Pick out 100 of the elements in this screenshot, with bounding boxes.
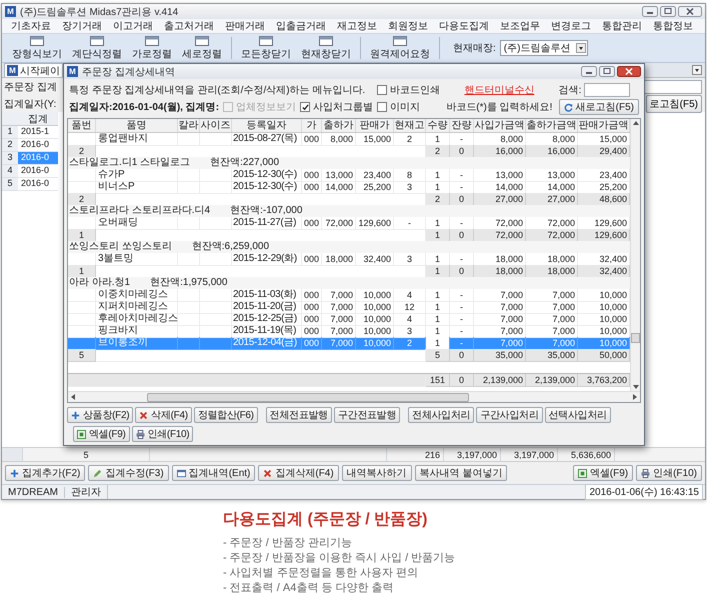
button[interactable]: 정렬합산(F6) xyxy=(194,407,258,423)
table-row[interactable]: 브이롱조끼 2015-12-04(금) 000 7,000 10,000 2 1 - 7,000 7,000 10,000 xyxy=(68,337,630,349)
input-field[interactable] xyxy=(644,80,702,94)
minimize-icon[interactable] xyxy=(581,66,597,77)
button[interactable]: 선택사입처리 xyxy=(544,407,611,423)
button[interactable]: 집계수정(F3) xyxy=(88,465,169,481)
table-cell: 72,000 xyxy=(526,229,578,242)
summary-text: 집계일자:2016-01-04(월), 집계명: xyxy=(69,101,220,114)
close-icon[interactable] xyxy=(678,6,702,17)
close-icon[interactable] xyxy=(617,66,641,77)
menu-item[interactable]: 변경로그 xyxy=(550,19,592,33)
form-label: 주문장 집계 xyxy=(4,80,57,94)
checkbox[interactable] xyxy=(377,102,388,112)
toolbar-button[interactable]: 장형식보기 xyxy=(8,34,66,62)
button[interactable]: 전체전표발행 xyxy=(266,407,332,423)
table-cell[interactable]: 2016-0 xyxy=(18,178,58,191)
button[interactable]: 엑셀(F9) xyxy=(572,465,634,481)
menu-item[interactable]: 출고처거래 xyxy=(163,19,215,33)
plus-icon xyxy=(10,468,19,478)
scrollbar-thumb[interactable] xyxy=(147,392,469,402)
plus-icon xyxy=(71,410,80,420)
button[interactable]: 상품창(F2) xyxy=(67,407,134,423)
column-header: 출하가 xyxy=(322,119,356,132)
menu-item[interactable]: 다용도집계 xyxy=(438,19,490,33)
printer-icon xyxy=(136,430,145,438)
menu-item[interactable]: 회원정보 xyxy=(387,19,429,33)
table-cell: 0 xyxy=(450,265,474,278)
group-name: 스토리프라다 스토리프라다.디4 xyxy=(69,205,210,217)
button[interactable]: 인쇄(F10) xyxy=(636,465,702,481)
caret-icon[interactable] xyxy=(692,65,702,75)
datetime-text: 2016-01-06(수) 16:43:15 xyxy=(585,484,703,500)
menu-item[interactable]: 이고거래 xyxy=(112,19,154,33)
row-number: 2 xyxy=(2,139,18,152)
button[interactable]: 새로고침(F5) xyxy=(558,99,639,115)
table-cell[interactable]: 2016-0 xyxy=(18,165,58,178)
checkbox[interactable] xyxy=(300,102,310,112)
table-cell: 3,763,200 xyxy=(578,374,630,387)
table-row[interactable]: 핑크바지 2015-11-19(목) 000 7,000 10,000 3 1 - 7,000 7,000 10,000 xyxy=(68,325,630,337)
table-row[interactable]: 후레아치마레깅스 2015-12-25(금) 000 7,000 10,000 4 1 - 7,000 7,000 10,000 xyxy=(68,313,630,325)
x-mark-icon xyxy=(139,410,148,420)
menu-item[interactable]: 장기거래 xyxy=(61,19,103,33)
scroll-up-icon[interactable] xyxy=(632,119,640,127)
maximize-icon[interactable] xyxy=(599,66,615,77)
minimize-icon[interactable] xyxy=(642,6,658,17)
button[interactable]: 삭제(F4) xyxy=(135,407,192,423)
button[interactable]: 복사내역 붙여넣기 xyxy=(414,465,508,481)
button[interactable]: 집계내역(Ent) xyxy=(172,465,256,481)
scroll-right-icon[interactable] xyxy=(631,393,639,401)
toolbar-button[interactable]: 세로정렬 xyxy=(178,34,226,62)
checkbox-label: 이미지 xyxy=(390,101,420,114)
table-row[interactable]: 슈가P 2015-12-30(수) 000 13,000 23,400 8 1 - 13,000 13,000 23,400 xyxy=(68,169,630,181)
table-cell: 72,000 xyxy=(474,229,526,242)
toolbar-button[interactable]: 계단식정렬 xyxy=(68,34,126,62)
search-field[interactable] xyxy=(584,83,630,97)
table-cell[interactable]: 2015-1 xyxy=(18,126,58,139)
toolbar-button[interactable]: 모든창닫기 xyxy=(237,34,295,62)
scrollbar-thumb[interactable] xyxy=(631,333,640,343)
table-row[interactable]: 지퍼치마레깅스 2015-11-20(금) 000 7,000 10,000 12 1 - 7,000 7,000 10,000 xyxy=(68,301,630,313)
button[interactable]: 전체사입처리 xyxy=(408,407,474,423)
button[interactable]: 인쇄(F10) xyxy=(132,426,194,442)
table-cell: 29,400 xyxy=(578,145,630,158)
menu-item[interactable]: 판매거래 xyxy=(224,19,266,33)
checkbox[interactable] xyxy=(377,85,388,95)
menu-item[interactable]: 기초자료 xyxy=(10,19,52,33)
button[interactable]: 구간사입처리 xyxy=(476,407,543,423)
feature-text: - 사입처별 주문정렬을 통한 사용자 편의 xyxy=(223,566,419,581)
vertical-scrollbar[interactable] xyxy=(630,119,640,391)
button[interactable]: 집계삭제(F4) xyxy=(258,465,339,481)
store-dropdown[interactable]: (주)드림솔루션 xyxy=(500,40,588,56)
scroll-left-icon[interactable] xyxy=(69,393,77,401)
caret-icon xyxy=(576,43,586,53)
tab[interactable]: M 시작페이 xyxy=(4,63,63,77)
menu-item[interactable]: 보조업무 xyxy=(499,19,541,33)
toolbar-button[interactable]: 원격제어요청 xyxy=(366,34,434,62)
button[interactable]: 엑셀(F9) xyxy=(73,426,130,442)
link[interactable]: 핸드터미널수신 xyxy=(464,83,534,97)
table-cell: 0 xyxy=(450,349,474,362)
column-header: 판매가 xyxy=(356,119,394,132)
menu-item[interactable]: 통합정보 xyxy=(652,19,694,33)
button[interactable]: 구간전표발행 xyxy=(334,407,400,423)
horizontal-scrollbar[interactable] xyxy=(68,391,640,402)
menu-item[interactable]: 재고정보 xyxy=(336,19,378,33)
table-cell: 0 xyxy=(450,374,474,387)
toolbar-button[interactable]: 현재창닫기 xyxy=(297,34,355,62)
refresh-button[interactable]: 로고침(F5) xyxy=(646,94,702,112)
menu-item[interactable]: 입출금거래 xyxy=(275,19,327,33)
column-header: 수량 xyxy=(426,119,450,132)
maximize-icon[interactable] xyxy=(660,6,676,17)
pencil-icon xyxy=(93,468,102,478)
button[interactable]: 집계추가(F2) xyxy=(5,465,86,481)
menu-item[interactable]: 통합관리 xyxy=(601,19,643,33)
group-name: 스타일로그.디1 스타일로그 xyxy=(69,157,190,169)
column-header: 집계 xyxy=(18,112,58,126)
column-header: 잔량 xyxy=(450,119,474,132)
button[interactable]: 내역복사하기 xyxy=(342,465,412,481)
toolbar-button[interactable]: 가로정렬 xyxy=(128,34,176,62)
column-header: 가 xyxy=(302,119,322,132)
table-row[interactable]: 이중치마레깅스 2015-11-03(화) 000 7,000 10,000 4 1 - 7,000 7,000 10,000 xyxy=(68,289,630,301)
window-icon xyxy=(30,36,44,46)
window-icon xyxy=(319,36,333,46)
